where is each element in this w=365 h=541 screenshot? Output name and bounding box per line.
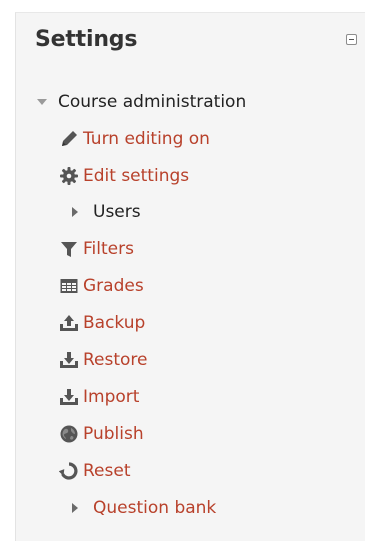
tree-item-label: Question bank [93,498,217,518]
upload-tray-icon [59,313,79,333]
collapse-arrow-icon[interactable] [34,94,50,110]
tree-item-publish[interactable]: Publish [59,422,144,446]
tree-item-reset[interactable]: Reset [59,459,131,483]
tree-item-label: Course administration [58,92,247,112]
tree-item-label: Reset [83,461,131,481]
tree-item-course-administration[interactable]: Course administration [34,90,246,114]
tree-item-label: Restore [83,350,148,370]
tree-item-label: Grades [83,276,144,296]
tree-item-label: Edit settings [83,166,190,186]
tree-item-label: Turn editing on [83,129,210,149]
pencil-icon [59,129,79,149]
tree-item-question-bank[interactable]: Question bank [67,496,216,520]
tree-item-edit-settings[interactable]: Edit settings [59,164,189,188]
table-icon [59,276,79,296]
tree-item-filters[interactable]: Filters [59,237,134,261]
download-tray-icon [59,387,79,407]
globe-icon [59,424,79,444]
expand-arrow-icon[interactable] [67,204,83,220]
tree-item-grades[interactable]: Grades [59,274,144,298]
settings-block: Settings Course administration Turn edit… [15,12,365,541]
settings-tree: Course administration Turn editing on Ed… [16,13,365,541]
funnel-icon [59,239,79,259]
tree-item-label: Import [83,387,140,407]
download-tray-icon [59,350,79,370]
gear-icon [59,166,79,186]
expand-arrow-icon[interactable] [67,500,83,516]
tree-item-backup[interactable]: Backup [59,311,145,335]
tree-item-import[interactable]: Import [59,385,139,409]
refresh-icon [59,461,79,481]
tree-item-label: Filters [83,239,134,259]
tree-item-turn-editing-on[interactable]: Turn editing on [59,127,210,151]
tree-item-label: Users [93,202,141,222]
tree-item-users[interactable]: Users [67,200,141,224]
tree-item-label: Publish [83,424,144,444]
tree-item-label: Backup [83,313,146,333]
tree-item-restore[interactable]: Restore [59,348,148,372]
